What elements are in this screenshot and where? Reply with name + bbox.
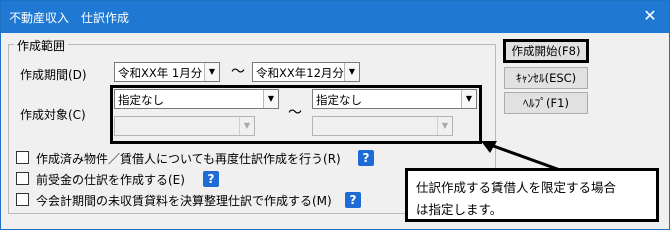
annotation-callout: 仕訳作成する賃借人を限定する場合 は指定します。 [405,168,659,222]
callout-text: 仕訳作成する賃借人を限定する場合 は指定します。 [416,177,616,221]
callout-line-1: 仕訳作成する賃借人を限定する場合 [416,180,617,195]
callout-line-2: は指定します。 [416,202,503,217]
